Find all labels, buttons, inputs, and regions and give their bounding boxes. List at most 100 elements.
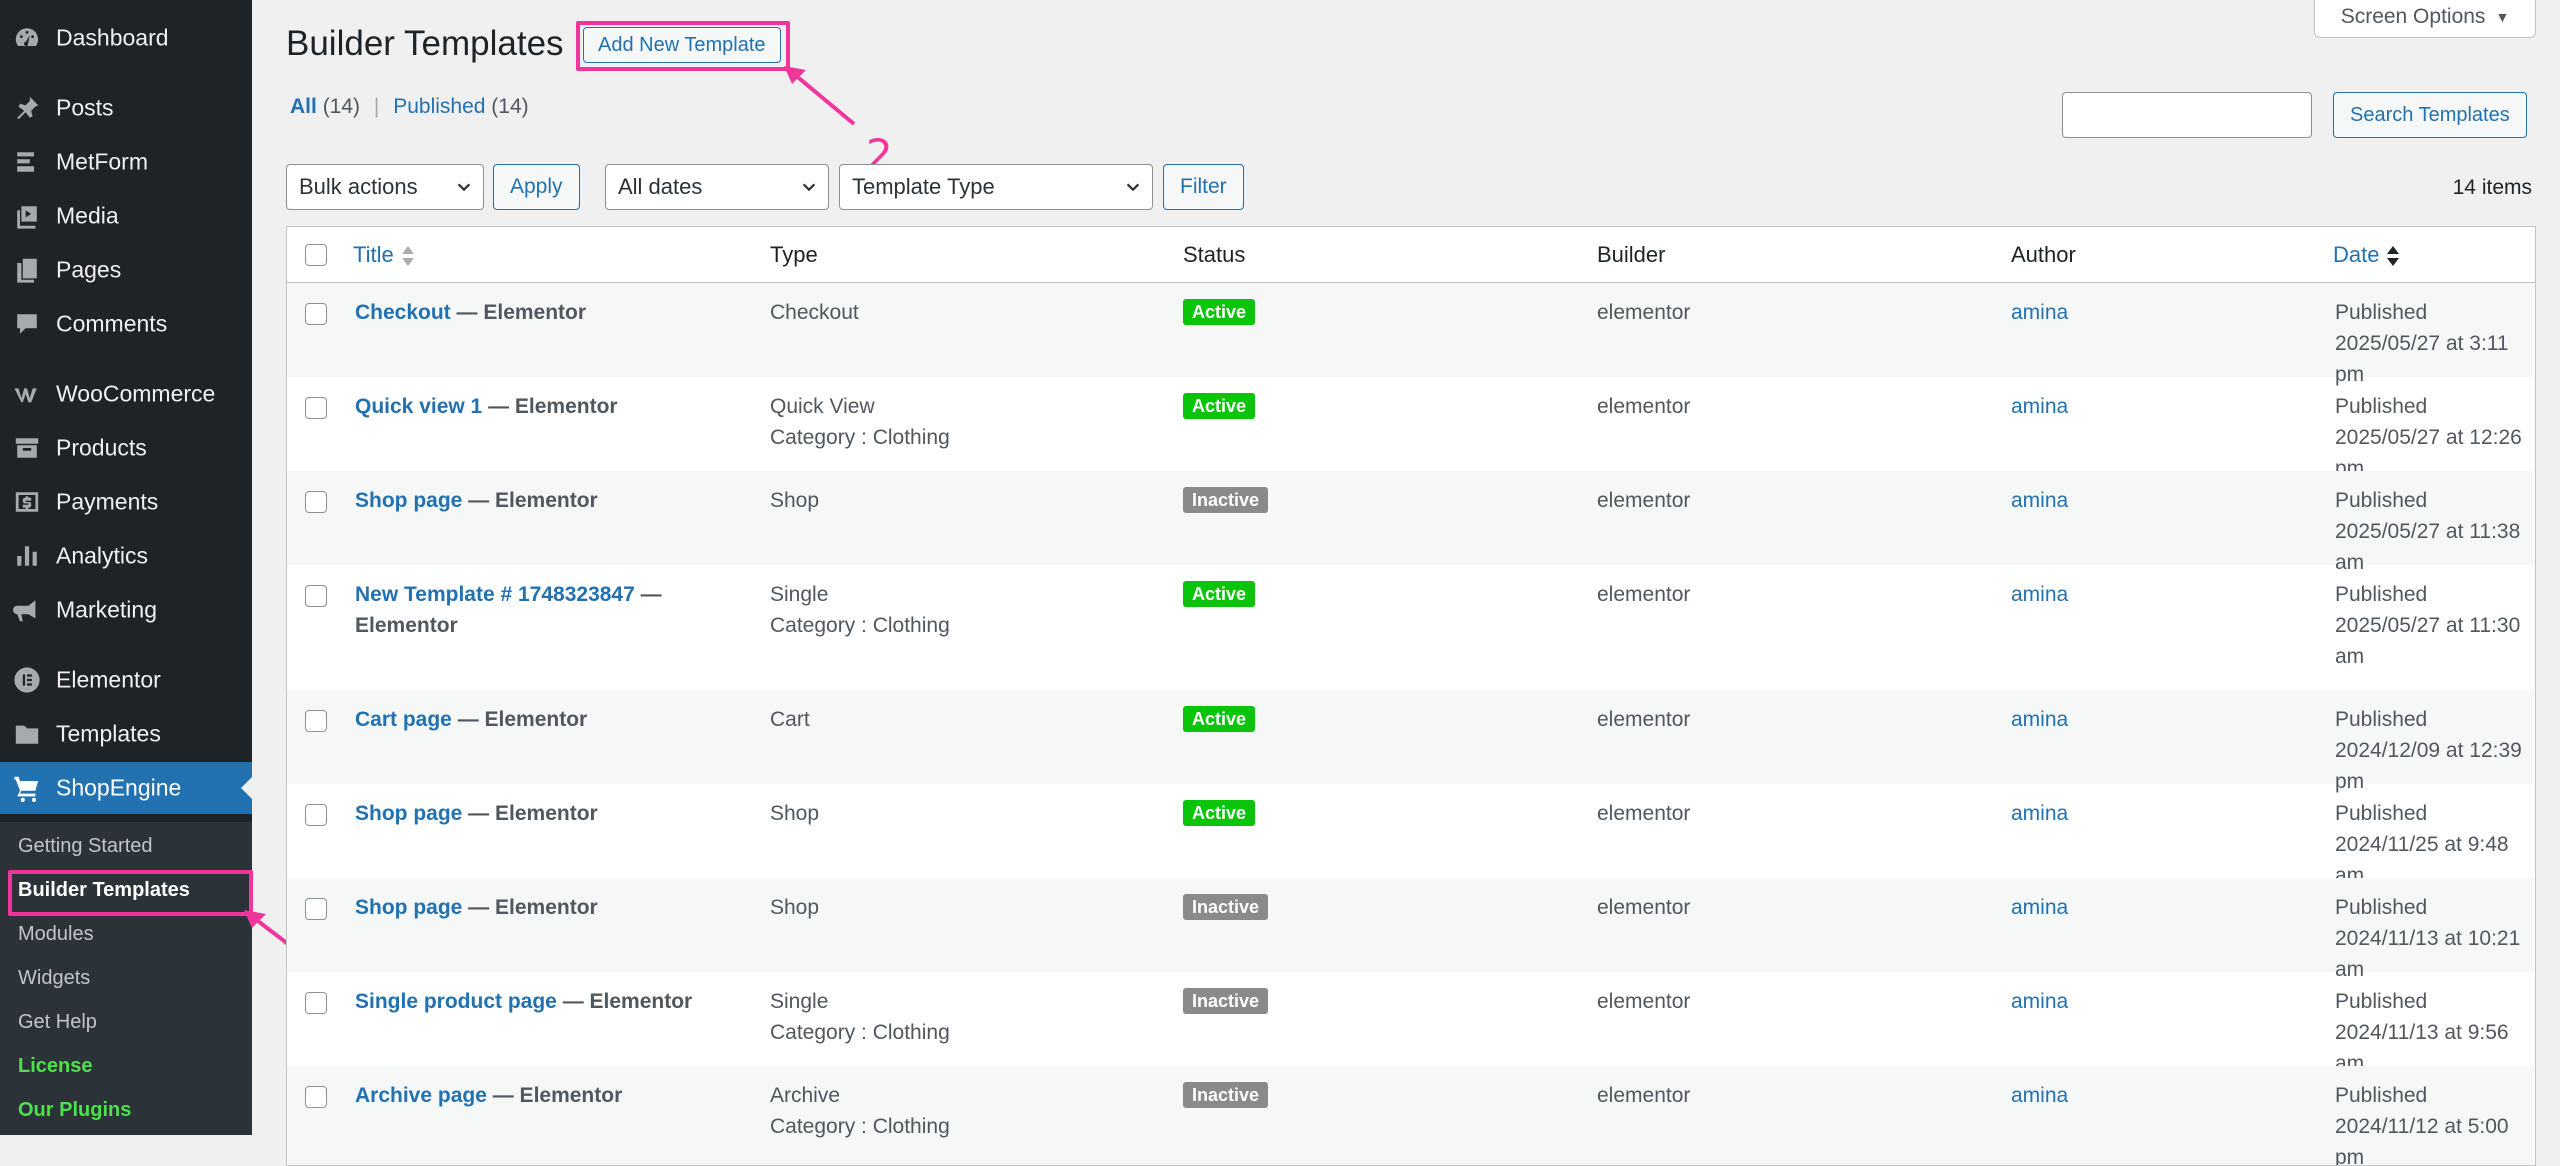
author-link[interactable]: amina bbox=[2011, 1080, 2068, 1111]
sidebar-item-comments[interactable]: Comments bbox=[0, 300, 252, 348]
items-count: 14 items bbox=[2452, 176, 2532, 199]
date-cell: Published 2025/05/27 at 11:30 am bbox=[2335, 579, 2535, 672]
date-status: Published bbox=[2335, 1084, 2428, 1107]
row-checkbox[interactable] bbox=[305, 898, 327, 920]
sidebar-item-media[interactable]: Media bbox=[0, 192, 252, 240]
row-checkbox[interactable] bbox=[305, 303, 327, 325]
type-cell: Single Category : Clothing bbox=[770, 986, 950, 1048]
filter-all-link[interactable]: All bbox=[290, 95, 317, 118]
separator: | bbox=[373, 95, 380, 118]
title-suffix: — Elementor bbox=[462, 489, 598, 512]
date-filter-select[interactable]: All dates bbox=[605, 164, 829, 210]
shopengine-icon bbox=[12, 773, 42, 803]
template-type-select[interactable]: Template Type bbox=[839, 164, 1153, 210]
submenu-getting-started[interactable]: Getting Started bbox=[18, 835, 153, 858]
author-link[interactable]: amina bbox=[2011, 892, 2068, 923]
date-status: Published bbox=[2335, 802, 2428, 825]
sidebar-item-label: Media bbox=[56, 202, 119, 229]
table-row: Single product page — Elementor Single Ca… bbox=[287, 972, 2535, 1075]
row-checkbox[interactable] bbox=[305, 491, 327, 513]
author-link[interactable]: amina bbox=[2011, 986, 2068, 1017]
author-link[interactable]: amina bbox=[2011, 485, 2068, 516]
author-link[interactable]: amina bbox=[2011, 704, 2068, 735]
template-title-link[interactable]: Shop page bbox=[355, 802, 462, 825]
template-title-link[interactable]: New Template # 1748323847 bbox=[355, 583, 635, 606]
template-title-link[interactable]: Checkout bbox=[355, 301, 451, 324]
submenu-modules[interactable]: Modules bbox=[18, 923, 94, 946]
type-value: Shop bbox=[770, 489, 820, 512]
date-status: Published bbox=[2335, 990, 2428, 1013]
template-title-link[interactable]: Cart page bbox=[355, 708, 452, 731]
sidebar-item-label: Posts bbox=[56, 94, 114, 121]
sidebar-item-templates[interactable]: Templates bbox=[0, 710, 252, 758]
template-title-link[interactable]: Shop page bbox=[355, 896, 462, 919]
row-checkbox[interactable] bbox=[305, 992, 327, 1014]
add-new-template-button[interactable]: Add New Template bbox=[583, 27, 781, 63]
title-suffix: — Elementor bbox=[486, 1084, 623, 1107]
sidebar-item-shopengine[interactable]: ShopEngine bbox=[0, 762, 252, 814]
sidebar-item-posts[interactable]: Posts bbox=[0, 84, 252, 132]
status-badge: Active bbox=[1183, 393, 1256, 419]
row-checkbox[interactable] bbox=[305, 1086, 327, 1108]
table-header: Title Type Status Builder Author Date bbox=[287, 227, 2535, 283]
template-title-link[interactable]: Single product page bbox=[355, 990, 557, 1013]
templates-table: Title Type Status Builder Author Date Ch… bbox=[286, 226, 2536, 1166]
author-link[interactable]: amina bbox=[2011, 579, 2068, 610]
type-value: Shop bbox=[770, 896, 820, 919]
type-value: Single bbox=[770, 990, 829, 1013]
status-badge: Inactive bbox=[1183, 487, 1269, 513]
type-category: Category : Clothing bbox=[770, 1115, 950, 1138]
title-cell: Cart page — Elementor bbox=[355, 704, 587, 735]
filter-published-link[interactable]: Published bbox=[393, 95, 485, 118]
sidebar-item-payments[interactable]: Payments bbox=[0, 478, 252, 526]
sidebar-item-label: WooCommerce bbox=[56, 380, 216, 407]
type-cell: Shop bbox=[770, 485, 819, 516]
search-input[interactable] bbox=[2062, 92, 2312, 138]
type-value: Single bbox=[770, 583, 829, 606]
screen-options-button[interactable]: Screen Options ▼ bbox=[2314, 0, 2536, 38]
type-value: Cart bbox=[770, 708, 810, 731]
sidebar-item-metform[interactable]: MetForm bbox=[0, 138, 252, 186]
column-date[interactable]: Date bbox=[2333, 242, 2400, 268]
template-title-link[interactable]: Archive page bbox=[355, 1084, 487, 1107]
submenu-widgets[interactable]: Widgets bbox=[18, 967, 90, 990]
sidebar-item-dashboard[interactable]: Dashboard bbox=[0, 14, 252, 62]
sidebar-item-label: Pages bbox=[56, 256, 122, 283]
sidebar-item-marketing[interactable]: Marketing bbox=[0, 586, 252, 634]
sidebar-item-pages[interactable]: Pages bbox=[0, 246, 252, 294]
submenu-license[interactable]: License bbox=[18, 1055, 92, 1078]
sidebar-item-products[interactable]: Products bbox=[0, 424, 252, 472]
template-title-link[interactable]: Shop page bbox=[355, 489, 462, 512]
row-checkbox[interactable] bbox=[305, 585, 327, 607]
filter-button[interactable]: Filter bbox=[1163, 164, 1244, 210]
submenu-get-help[interactable]: Get Help bbox=[18, 1011, 97, 1034]
row-checkbox[interactable] bbox=[305, 397, 327, 419]
status-badge: Inactive bbox=[1183, 894, 1269, 920]
table-row: Cart page — Elementor Cart Active elemen… bbox=[287, 690, 2535, 793]
builder-cell: elementor bbox=[1597, 301, 1691, 324]
submenu-builder-templates[interactable]: Builder Templates bbox=[18, 879, 190, 902]
select-all-checkbox[interactable] bbox=[305, 244, 327, 266]
sidebar-item-label: Analytics bbox=[56, 542, 149, 569]
type-cell: Shop bbox=[770, 798, 819, 829]
submenu-our-plugins[interactable]: Our Plugins bbox=[18, 1099, 131, 1122]
builder-cell: elementor bbox=[1597, 489, 1691, 512]
row-checkbox[interactable] bbox=[305, 710, 327, 732]
type-value: Archive bbox=[770, 1084, 841, 1107]
sidebar-item-woocommerce[interactable]: WooCommerce bbox=[0, 370, 252, 418]
bulk-actions-select[interactable]: Bulk actions bbox=[286, 164, 484, 210]
author-link[interactable]: amina bbox=[2011, 391, 2068, 422]
column-title[interactable]: Title bbox=[353, 242, 414, 268]
pages-icon bbox=[12, 255, 42, 285]
sidebar-item-label: Templates bbox=[56, 720, 161, 747]
apply-button[interactable]: Apply bbox=[493, 164, 580, 210]
title-cell: Shop page — Elementor bbox=[355, 798, 598, 829]
template-title-link[interactable]: Quick view 1 bbox=[355, 395, 482, 418]
search-templates-button[interactable]: Search Templates bbox=[2333, 92, 2527, 138]
author-link[interactable]: amina bbox=[2011, 798, 2068, 829]
author-link[interactable]: amina bbox=[2011, 297, 2068, 328]
sidebar-item-analytics[interactable]: Analytics bbox=[0, 532, 252, 580]
row-checkbox[interactable] bbox=[305, 804, 327, 826]
chevron-down-icon bbox=[455, 165, 473, 209]
sidebar-item-elementor[interactable]: Elementor bbox=[0, 656, 252, 704]
